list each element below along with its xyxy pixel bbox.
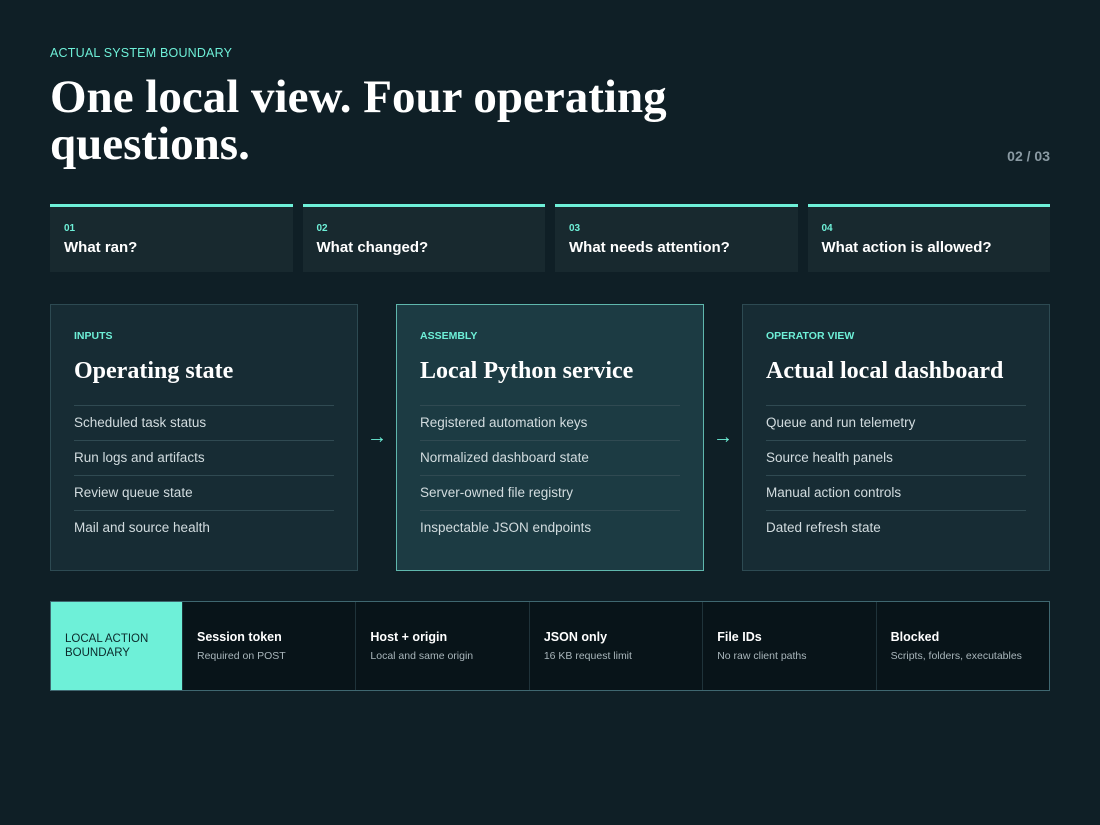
- question-card-2: 02 What changed?: [302, 204, 545, 272]
- boundary-cell-blocked: Blocked Scripts, folders, executables: [875, 602, 1049, 690]
- card-title: Local Python service: [420, 358, 634, 384]
- page-title: One local view. Four operating questions…: [50, 71, 667, 170]
- boundary-cell-subtitle: No raw client paths: [717, 650, 807, 662]
- boundary-cell-subtitle: 16 KB request limit: [543, 650, 632, 662]
- boundary-cell-title: Host + origin: [370, 630, 448, 644]
- question-number: 02: [316, 223, 328, 234]
- list-item: Manual action controls: [766, 475, 1026, 510]
- flow-diagram: INPUTS Operating state Scheduled task st…: [50, 304, 1050, 571]
- list-item: Scheduled task status: [74, 405, 334, 440]
- boundary-cell-file-ids: File IDs No raw client paths: [702, 602, 875, 690]
- list-item: Mail and source health: [74, 510, 334, 545]
- question-text: What action is allowed?: [821, 239, 992, 256]
- card-label: ASSEMBLY: [420, 330, 478, 342]
- card-label: INPUTS: [74, 330, 113, 342]
- list-item: Run logs and artifacts: [74, 440, 334, 475]
- boundary-cell-title: Blocked: [890, 630, 940, 644]
- card-title: Operating state: [74, 358, 234, 384]
- arrow-right-icon: →: [367, 426, 387, 448]
- boundary-cell-title: JSON only: [543, 630, 608, 644]
- boundary-cell-subtitle: Local and same origin: [370, 650, 474, 662]
- question-card-1: 01 What ran?: [50, 204, 293, 272]
- card-label: OPERATOR VIEW: [766, 330, 855, 342]
- inputs-card: INPUTS Operating state Scheduled task st…: [50, 304, 358, 571]
- list-item: Inspectable JSON endpoints: [420, 510, 680, 545]
- operator-view-card: OPERATOR VIEW Actual local dashboard Que…: [742, 304, 1050, 571]
- boundary-cell-title: Session token: [197, 630, 282, 644]
- boundary-cell-host-origin: Host + origin Local and same origin: [355, 602, 528, 690]
- boundary-cell-title: File IDs: [717, 630, 762, 644]
- boundary-cell-json-only: JSON only 16 KB request limit: [528, 602, 702, 690]
- question-text: What changed?: [316, 239, 429, 256]
- question-text: What ran?: [64, 239, 138, 256]
- list-item: Review queue state: [74, 475, 334, 510]
- arrow-right-icon: →: [713, 426, 733, 448]
- list-item: Dated refresh state: [766, 510, 1026, 545]
- question-card-3: 03 What needs attention?: [555, 204, 798, 272]
- eyebrow-label: ACTUAL SYSTEM BOUNDARY: [50, 46, 233, 60]
- action-boundary-strip: LOCAL ACTION BOUNDARY Session token Requ…: [50, 601, 1050, 691]
- question-number: 04: [821, 223, 833, 234]
- question-number: 03: [569, 223, 581, 234]
- question-text: What needs attention?: [569, 239, 730, 256]
- list-item: Registered automation keys: [420, 405, 680, 440]
- questions-row: 01 What ran? 02 What changed? 03 What ne…: [50, 204, 1050, 272]
- card-title: Actual local dashboard: [766, 358, 1004, 384]
- page-number: 02 / 03: [1007, 148, 1050, 164]
- list-item: Normalized dashboard state: [420, 440, 680, 475]
- boundary-cell-session-token: Session token Required on POST: [182, 602, 355, 690]
- list-item: Queue and run telemetry: [766, 405, 1026, 440]
- question-card-4: 04 What action is allowed?: [807, 204, 1050, 272]
- assembly-card: ASSEMBLY Local Python service Registered…: [396, 304, 704, 571]
- list-item: Server-owned file registry: [420, 475, 680, 510]
- question-number: 01: [64, 223, 76, 234]
- list-item: Source health panels: [766, 440, 1026, 475]
- boundary-cell-subtitle: Required on POST: [197, 650, 286, 662]
- boundary-heading: LOCAL ACTION BOUNDARY: [51, 602, 182, 690]
- boundary-cell-subtitle: Scripts, folders, executables: [890, 650, 1022, 662]
